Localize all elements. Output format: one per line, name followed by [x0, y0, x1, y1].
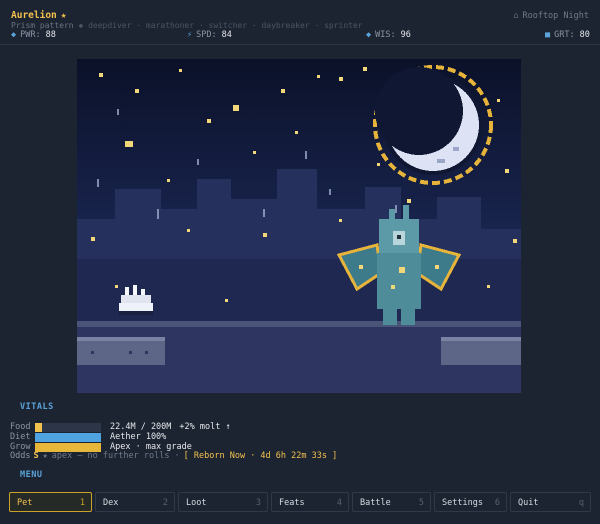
stat-pwr: ◆ PWR: 88: [11, 30, 56, 40]
location: ⌂ Rooftop Night: [513, 11, 589, 21]
menu-item-dex[interactable]: Dex 2: [95, 492, 175, 512]
menu-key: 4: [336, 498, 342, 508]
menu-key: 1: [79, 498, 85, 508]
odds-grade: S: [33, 451, 39, 461]
odds-apex-text: apex — no further rolls ·: [51, 451, 180, 461]
stat-value: 80: [579, 30, 590, 40]
diamond-icon: ◆: [366, 30, 372, 40]
vital-label: Food: [10, 422, 31, 432]
diet-value: Aether 100%: [110, 432, 167, 442]
menu-item-battle[interactable]: Battle 5: [352, 492, 431, 512]
vital-value: Aether 100%: [110, 432, 166, 442]
pet-name: Aurelion ★: [11, 10, 67, 21]
stat-value: 96: [400, 30, 411, 40]
left-ledge: [77, 339, 165, 365]
reborn-now-button[interactable]: [ Reborn Now · 4d 6h 22m 33s ]: [184, 451, 338, 461]
vital-food: Food 22.4M / 200M +2% molt ↑: [10, 422, 231, 432]
header: Aurelion ★ ⌂ Rooftop Night Prism pattern ◆…: [0, 0, 600, 44]
menu-label: Settings: [442, 498, 483, 508]
header-divider: [0, 44, 600, 45]
odds-row: Odds S ★ apex — no further rolls · [ Reborn …: [10, 451, 337, 461]
square-icon: ■: [545, 30, 551, 40]
stat-value: 84: [221, 30, 232, 40]
menu-key: 6: [494, 498, 500, 508]
menu-item-quit[interactable]: Quit q: [510, 492, 591, 512]
diet-bar: [35, 433, 101, 442]
stat-label: WIS:: [375, 30, 396, 40]
rooftop-ledge: [77, 321, 521, 327]
menu-item-loot[interactable]: Loot 3: [178, 492, 268, 512]
scene-art: [77, 59, 521, 393]
stat-label: GRT:: [554, 30, 575, 40]
pet-name-text: Aurelion: [11, 10, 57, 21]
stat-value: 88: [45, 30, 56, 40]
location-text: Rooftop Night: [522, 11, 589, 21]
menu-label: Feats: [279, 498, 305, 508]
star-icon: ★: [60, 10, 67, 21]
menu-label: Dex: [103, 498, 119, 508]
menu-item-pet[interactable]: Pet 1: [9, 492, 92, 512]
menu-heading: MENU: [20, 470, 43, 480]
stat-wis: ◆ WIS: 96: [366, 30, 411, 40]
menu-key: q: [578, 498, 584, 508]
vital-value: 22.4M / 200M +2% molt ↑: [110, 422, 231, 432]
odds-label: Odds: [10, 451, 31, 461]
vital-diet: Diet Aether 100%: [10, 432, 166, 442]
vitals-heading: VITALS: [20, 402, 54, 412]
diamond-icon: ◆: [11, 30, 17, 40]
menu-key: 5: [418, 498, 424, 508]
food-bar: [35, 423, 101, 432]
menu-label: Battle: [360, 498, 391, 508]
star-icon: ★: [42, 451, 48, 461]
stat-spd: ⚡ SPD: 84: [187, 30, 232, 40]
pet-scene: [77, 59, 521, 393]
trait-pattern: Prism pattern: [11, 21, 74, 30]
home-icon: ⌂: [513, 11, 519, 21]
food-bar-fill: [35, 423, 42, 432]
menu-label: Quit: [518, 498, 539, 508]
menu-label: Loot: [186, 498, 207, 508]
menu-label: Pet: [17, 498, 33, 508]
vital-label: Diet: [10, 432, 31, 442]
menu-bar: Pet 1 Dex 2 Loot 3 Feats 4 Battle 5 Settings 6…: [9, 492, 591, 514]
trait-rest: ◆ deepdiver · marathoner · switcher · da…: [78, 21, 363, 30]
menu-item-feats[interactable]: Feats 4: [271, 492, 349, 512]
stat-label: PWR:: [20, 30, 41, 40]
menu-key: 2: [162, 498, 168, 508]
trait-list: Prism pattern ◆ deepdiver · marathoner ·…: [11, 21, 363, 30]
molt-bonus: +2% molt ↑: [179, 422, 231, 432]
menu-item-settings[interactable]: Settings 6: [434, 492, 507, 512]
right-ledge: [441, 339, 521, 365]
bolt-icon: ⚡: [187, 30, 193, 40]
diet-bar-fill: [35, 433, 101, 442]
stat-grt: ■ GRT: 80: [545, 30, 590, 40]
food-value: 22.4M / 200M: [110, 422, 172, 432]
stat-label: SPD:: [196, 30, 217, 40]
stat-bar: ◆ PWR: 88 ⚡ SPD: 84 ◆ WIS: 96 ■ GRT: 80: [0, 30, 600, 42]
menu-key: 3: [255, 498, 261, 508]
